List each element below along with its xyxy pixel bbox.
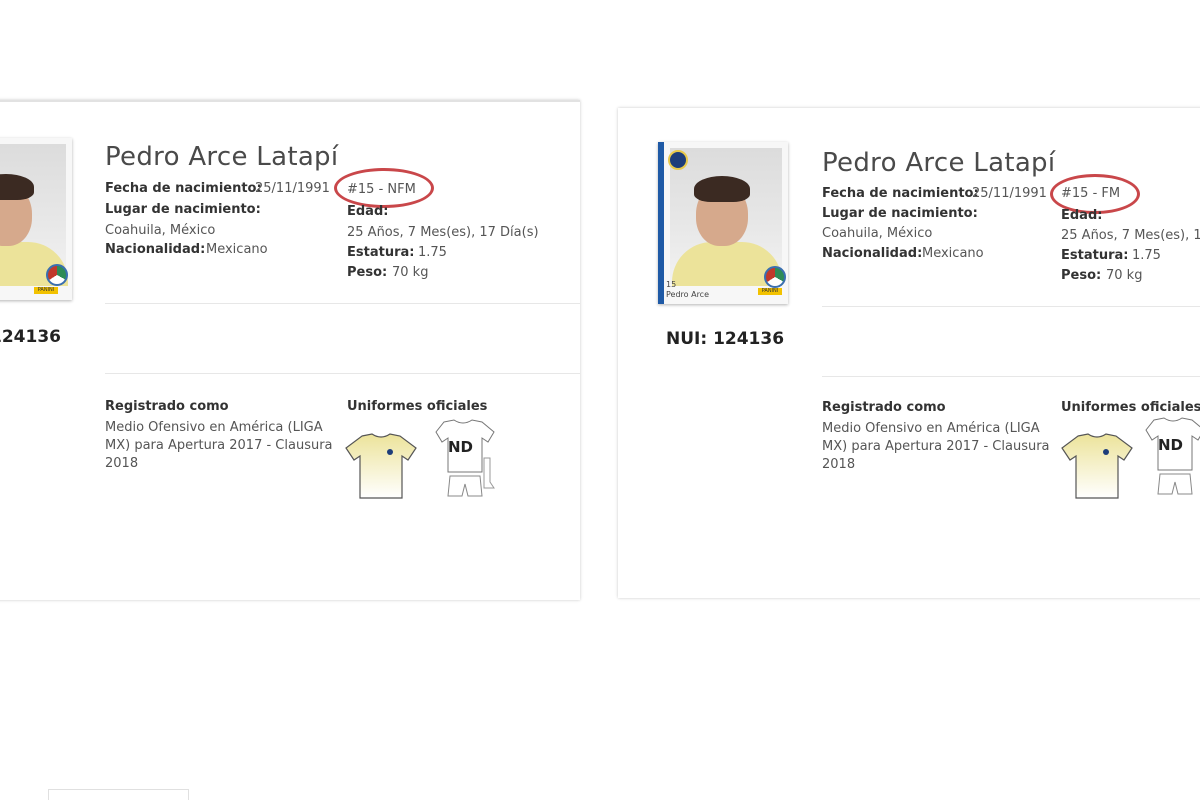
birth-date-value: 25/11/1991 — [972, 186, 1047, 201]
club-crest-icon — [668, 150, 688, 170]
age-value: 25 Años, 7 Mes(es), 17 — [1061, 228, 1200, 243]
registered-label: Registrado como — [105, 399, 229, 414]
uniforms-label: Uniformes oficiales — [1061, 400, 1200, 415]
registered-value: Medio Ofensivo en América (LIGA MX) para… — [822, 421, 1050, 472]
bottom-frame-line — [48, 789, 49, 800]
height-value: 1.75 — [1132, 248, 1161, 263]
registered-label: Registrado como — [822, 400, 946, 415]
nd-label: ND — [448, 438, 473, 456]
bottom-frame-line — [188, 789, 189, 800]
bottom-frame-line — [48, 789, 188, 790]
age-value: 25 Años, 7 Mes(es), 17 Día(s) — [347, 225, 539, 240]
away-kit-icon: ND — [1145, 417, 1200, 495]
height-label: Estatura: — [1061, 248, 1129, 263]
highlight-circle — [334, 168, 434, 208]
nui-number: 124136 — [0, 327, 61, 347]
divider — [822, 306, 1200, 307]
birth-place-label: Lugar de nacimiento: — [822, 206, 978, 221]
weight-label: Peso: — [1061, 268, 1102, 283]
birth-place-label: Lugar de nacimiento: — [105, 202, 261, 217]
nationality-label: Nacionalidad: — [822, 246, 923, 261]
home-jersey-icon — [345, 433, 417, 499]
player-name: Pedro Arce Latapí — [822, 148, 1056, 178]
divider — [105, 303, 580, 304]
height-label: Estatura: — [347, 245, 415, 260]
divider — [105, 373, 580, 374]
weight-value: 70 kg — [1106, 268, 1143, 283]
birth-place-value: Coahuila, México — [105, 223, 216, 238]
birth-place-value: Coahuila, México — [822, 226, 933, 241]
away-kit-icon: ND — [435, 419, 495, 497]
birth-date-label: Fecha de nacimiento: — [105, 181, 262, 196]
panini-logo: PANINI — [34, 287, 58, 294]
player-sticker-image: PANINI 15 Pedro Arce — [658, 142, 788, 304]
sticker-stripe — [658, 142, 664, 304]
nd-label: ND — [1158, 436, 1183, 454]
sticker-number: 15 — [666, 280, 677, 289]
home-jersey-icon — [1061, 433, 1133, 499]
player-name: Pedro Arce Latapí — [105, 142, 339, 172]
birth-date-label: Fecha de nacimiento: — [822, 186, 979, 201]
mexico-flag-icon — [46, 264, 68, 286]
nationality-value: Mexicano — [922, 246, 984, 261]
sticker-player-name: Pedro Arce — [666, 290, 709, 299]
birth-date-value: 25/11/1991 — [255, 181, 330, 196]
player-sticker-image: PANINI — [0, 138, 72, 300]
mexico-flag-icon — [764, 266, 786, 288]
divider — [822, 376, 1200, 377]
weight-label: Peso: — [347, 265, 388, 280]
nationality-value: Mexicano — [206, 242, 268, 257]
nui-number: NUI: 124136 — [666, 329, 785, 349]
weight-value: 70 kg — [392, 265, 429, 280]
age-label: Edad: — [347, 204, 389, 219]
age-label: Edad: — [1061, 208, 1103, 223]
player-card-right: PANINI 15 Pedro Arce Pedro Arce Latapí F… — [618, 108, 1200, 598]
height-value: 1.75 — [418, 245, 447, 260]
registered-value: Medio Ofensivo en América (LIGA MX) para… — [105, 420, 333, 471]
player-card-left: PANINI Pedro Arce Latapí Fecha de nacimi… — [0, 100, 580, 600]
nationality-label: Nacionalidad: — [105, 242, 206, 257]
uniforms-label: Uniformes oficiales — [347, 399, 488, 414]
panini-logo: PANINI — [758, 288, 782, 295]
